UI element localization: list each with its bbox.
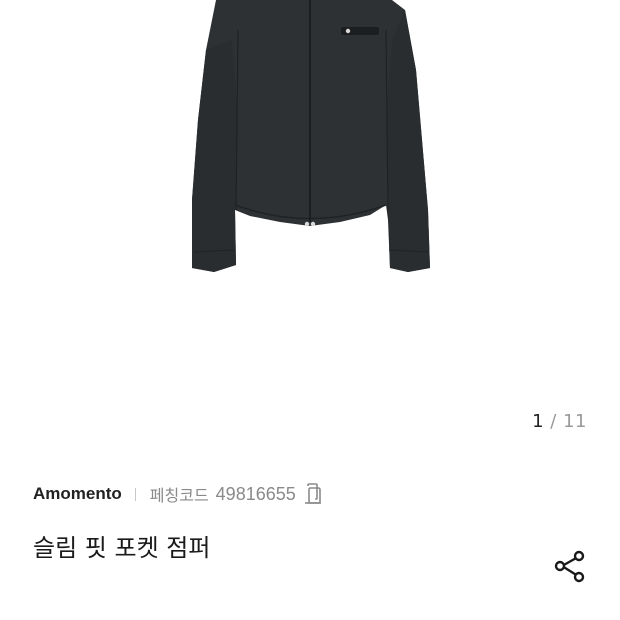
image-counter: 1 / 11: [532, 410, 587, 434]
brand-name[interactable]: Amomento: [33, 484, 122, 504]
share-icon: [554, 550, 585, 583]
copy-icon: [304, 483, 321, 504]
product-meta-row: Amomento 페칭코드 49816655: [33, 482, 324, 506]
copy-code-button[interactable]: [304, 483, 324, 505]
product-image: [192, 0, 430, 272]
current-image-index: 1: [532, 411, 545, 432]
product-code-value: 49816655: [215, 483, 296, 504]
product-code-label: 페칭코드: [149, 486, 209, 505]
counter-separator: /: [550, 411, 557, 432]
total-image-count: 11: [563, 411, 587, 432]
share-button[interactable]: [552, 549, 588, 585]
product-title: 슬림 핏 포켓 점퍼: [33, 534, 211, 562]
meta-divider: [134, 487, 136, 501]
product-image-gallery[interactable]: 1 / 11: [0, 0, 620, 450]
